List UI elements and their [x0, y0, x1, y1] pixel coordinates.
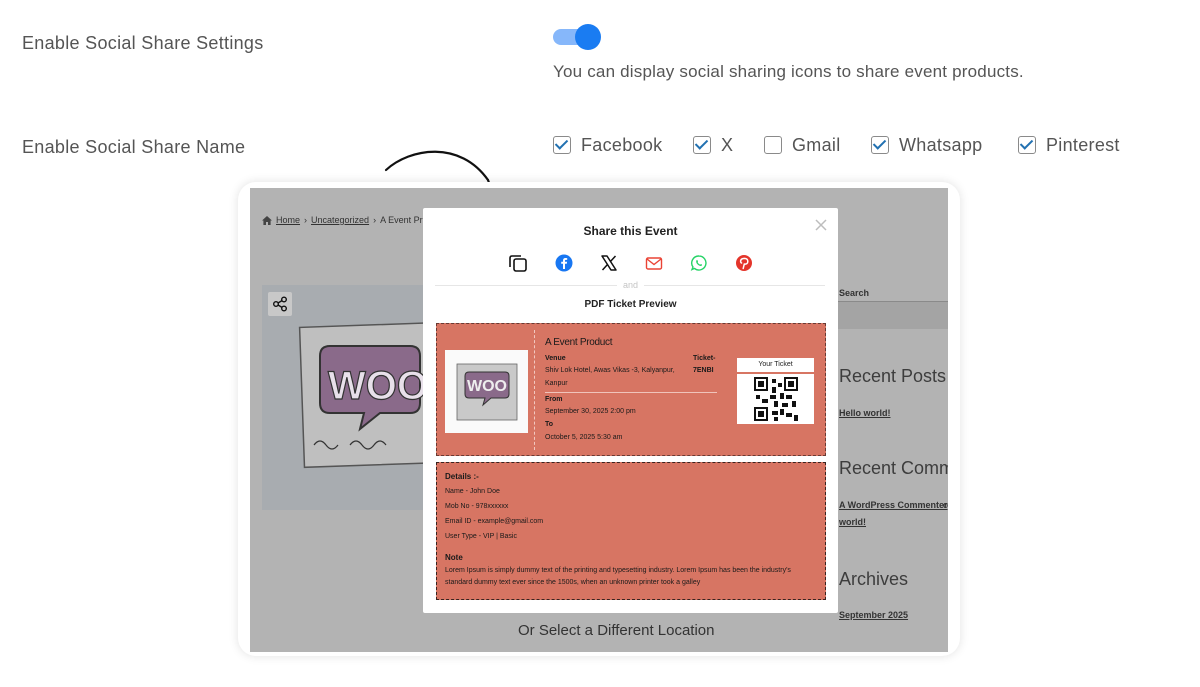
details-line: Email ID - example@gmail.com: [445, 518, 544, 525]
share-icons-row: [508, 253, 753, 273]
checkbox-box[interactable]: [764, 136, 782, 154]
checkbox-label: X: [721, 134, 734, 155]
checkbox-label: Whatsapp: [899, 134, 983, 155]
details-heading: Details :-: [445, 472, 479, 481]
note-heading: Note: [445, 553, 463, 562]
archive-link[interactable]: September 2025: [839, 610, 908, 620]
note-text: Lorem Ipsum is simply dummy text of the …: [445, 567, 791, 586]
checkbox-label: Gmail: [792, 134, 841, 155]
ticket-from-value: September 30, 2025 2:00 pm: [545, 408, 636, 415]
social-share-settings-label: Enable Social Share Settings: [22, 33, 264, 53]
ticket-number-label: Ticket-: [693, 355, 716, 362]
ticket-from-label: From: [545, 396, 563, 403]
toggle-knob: [575, 24, 601, 50]
ticket-event-name: A Event Product: [545, 337, 613, 348]
breadcrumb-separator: ›: [373, 215, 377, 225]
archives-heading: Archives: [839, 569, 909, 589]
divider-and: and: [616, 280, 645, 290]
ticket-divider: [545, 392, 717, 393]
gmail-icon[interactable]: [644, 253, 664, 273]
social-share-help-text: You can display social sharing icons to …: [553, 62, 1024, 81]
checkbox-x[interactable]: X: [693, 134, 733, 156]
divider-text: and: [423, 280, 838, 290]
breadcrumb: Home › Uncategorized › A Event Pr: [262, 215, 423, 225]
ticket-to-value: October 5, 2025 5:30 am: [545, 434, 623, 441]
ticket-thumbnail: WOO: [445, 350, 528, 433]
recent-post-link[interactable]: Hello world!: [839, 408, 891, 418]
whatsapp-icon[interactable]: [689, 253, 709, 273]
checkbox-box[interactable]: [553, 136, 571, 154]
comment-on-text: o: [943, 500, 948, 510]
details-line: Name - John Doe: [445, 488, 500, 495]
checkbox-gmail[interactable]: Gmail: [764, 134, 841, 156]
checkbox-facebook[interactable]: Facebook: [553, 134, 662, 156]
select-location-text[interactable]: Or Select a Different Location: [518, 622, 715, 639]
comment-author-link[interactable]: A WordPress Commenter: [839, 500, 948, 510]
checkbox-box[interactable]: [1018, 136, 1036, 154]
sidebar-search-label: Search: [839, 288, 870, 298]
breadcrumb-separator: ›: [304, 215, 308, 225]
your-ticket-badge: Your Ticket: [737, 358, 814, 372]
details-line: Mob No - 978xxxxxx: [445, 503, 509, 510]
breadcrumb-home-link[interactable]: Home: [276, 215, 300, 225]
checkbox-label: Pinterest: [1046, 134, 1120, 155]
woo-art-text: WOO: [328, 364, 428, 408]
checkbox-whatsapp[interactable]: Whatsapp: [871, 134, 982, 156]
social-share-toggle[interactable]: [553, 24, 601, 50]
ticket-qr: [737, 374, 814, 424]
ticket-details: Details :- Name - John Doe Mob No - 978x…: [436, 462, 826, 600]
pdf-ticket: WOO A Event Product Venue Shiv Lok Hotel…: [436, 323, 826, 456]
woo-thumbnail-text: WOO: [467, 378, 507, 395]
woo-logo-art: WOO: [298, 321, 440, 469]
breadcrumb-current: A Event Pr: [380, 215, 423, 225]
facebook-icon[interactable]: [554, 253, 574, 273]
share-modal: Share this Event and PDF Ticket Preview …: [423, 208, 838, 613]
woo-thumbnail-icon: WOO: [456, 363, 518, 421]
ticket-to-label: To: [545, 421, 554, 428]
checkbox-pinterest[interactable]: Pinterest: [1018, 134, 1120, 156]
pdf-ticket-title: PDF Ticket Preview: [584, 299, 677, 310]
breadcrumb-category-link[interactable]: Uncategorized: [311, 215, 369, 225]
social-share-name-label: Enable Social Share Name: [22, 137, 246, 157]
ticket-venue-line1: Shiv Lok Hotel, Awas Vikas -3, Kalyanpur…: [545, 367, 675, 374]
checkbox-box[interactable]: [693, 136, 711, 154]
share-button[interactable]: [268, 292, 292, 316]
pinterest-icon[interactable]: [734, 253, 754, 273]
ticket-number-value: 7ENBI: [693, 367, 714, 374]
home-icon: [262, 215, 272, 225]
ticket-venue-label: Venue: [545, 355, 566, 362]
sidebar-search-input[interactable]: [838, 301, 948, 329]
checkbox-box[interactable]: [871, 136, 889, 154]
checkbox-label: Facebook: [581, 134, 663, 155]
copy-icon[interactable]: [508, 253, 528, 273]
modal-title: Share this Event: [583, 224, 678, 238]
x-icon[interactable]: [599, 253, 619, 273]
recent-posts-heading: Recent Posts: [839, 366, 947, 386]
details-line: User Type - VIP | Basic: [445, 533, 517, 540]
ticket-venue-line2: Kanpur: [545, 380, 568, 387]
comment-post-link[interactable]: world!: [839, 517, 866, 527]
ticket-separator: [534, 330, 535, 450]
share-icon: [273, 296, 287, 312]
qr-code-icon: [753, 377, 798, 421]
recent-comments-heading: Recent Comm: [839, 458, 948, 478]
